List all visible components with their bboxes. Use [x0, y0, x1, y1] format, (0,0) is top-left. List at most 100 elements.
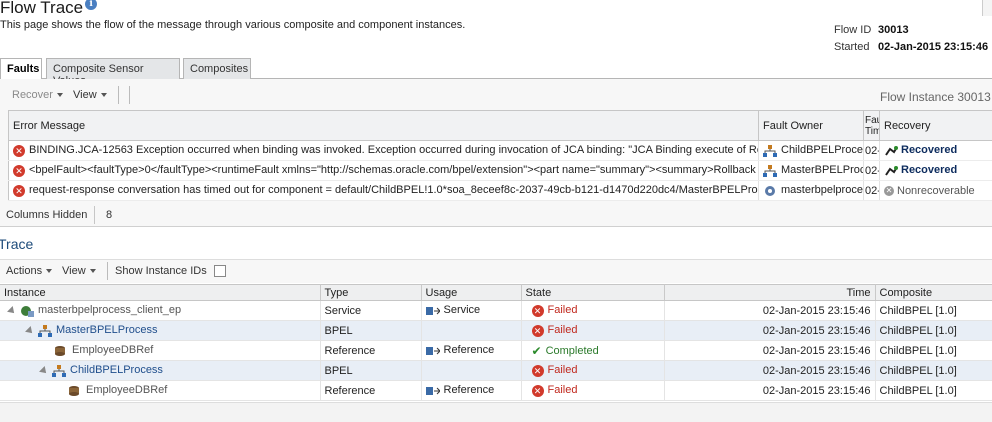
chevron-down-icon: [56, 93, 63, 98]
col-fault-owner[interactable]: Fault Owner: [758, 110, 864, 141]
bpel-process-icon: [52, 364, 66, 377]
view-menu[interactable]: View: [73, 89, 107, 101]
fault-time-cell: 02-: [863, 140, 880, 161]
state-cell: ✕ Failed: [521, 300, 665, 321]
type-cell: BPEL: [320, 320, 422, 341]
expand-triangle-icon[interactable]: [39, 365, 49, 376]
table-row[interactable]: ChildBPELProcess BPEL ✕ Failed 02-Jan-201…: [0, 360, 992, 381]
instance-cell[interactable]: MasterBPELProcess: [0, 320, 321, 341]
tab-composite-sensor-values[interactable]: Composite Sensor Values: [46, 58, 180, 87]
page-title: Flow Trace i: [0, 0, 98, 18]
service-component-icon: [765, 185, 775, 196]
state-cell: ✕ Failed: [521, 380, 665, 401]
usage-cell: Reference: [421, 340, 522, 361]
error-icon: ✕: [13, 184, 25, 197]
tab-faults[interactable]: Faults: [0, 58, 42, 80]
col-composite[interactable]: Composite: [875, 284, 992, 301]
table-row[interactable]: ✕ BINDING.JCA-12563 Exception occurred wh…: [8, 140, 992, 161]
instance-cell[interactable]: ChildBPELProcess: [0, 360, 321, 381]
instance-cell[interactable]: EmployeeDBRef: [0, 340, 321, 361]
col-fault-time[interactable]: Fault Time: [863, 110, 880, 141]
reference-icon: [425, 386, 440, 395]
fault-message-cell[interactable]: ✕ BINDING.JCA-12563 Exception occurred wh…: [8, 140, 759, 161]
fault-owner-cell[interactable]: masterbpelprocess: [758, 180, 864, 201]
table-footer: [0, 402, 992, 422]
composite-cell: ChildBPEL [1.0]: [875, 380, 992, 401]
time-cell: 02-Jan-2015 23:15:46: [664, 380, 876, 401]
started-field: Started: [834, 41, 869, 53]
nonrecoverable-icon: ✕: [884, 185, 894, 196]
actions-menu[interactable]: Actions: [6, 265, 53, 277]
col-usage[interactable]: Usage: [421, 284, 522, 301]
fault-owner-cell[interactable]: MasterBPELProcess: [758, 160, 864, 181]
show-instance-ids-checkbox[interactable]: [214, 265, 226, 277]
col-time[interactable]: Time: [664, 284, 876, 301]
trace-toolbar: Actions View Show Instance IDs: [0, 259, 992, 283]
recovery-cell[interactable]: Recovered: [879, 140, 992, 161]
expand-triangle-icon[interactable]: [7, 305, 17, 316]
usage-cell: Service: [421, 300, 522, 321]
started-label: Started: [834, 41, 870, 53]
table-row[interactable]: ✕ request-response conversation has timed…: [8, 180, 992, 201]
divider: [94, 206, 95, 224]
composite-cell: ChildBPEL [1.0]: [875, 360, 992, 381]
state-cell: ✕ Failed: [521, 360, 665, 381]
toolbar-divider: [118, 86, 119, 104]
composite-cell: ChildBPEL [1.0]: [875, 300, 992, 321]
table-row[interactable]: masterbpelprocess_client_ep Service Serv…: [0, 300, 992, 321]
recovered-icon: [885, 145, 898, 156]
db-adapter-icon: [55, 345, 65, 356]
fault-message-cell[interactable]: ✕ <bpelFault><faultType>0</faultType><run…: [8, 160, 759, 181]
recover-menu[interactable]: Recover: [12, 89, 63, 101]
col-type[interactable]: Type: [320, 284, 422, 301]
time-cell: 02-Jan-2015 23:15:46: [664, 300, 876, 321]
flow-id-value: 30013: [878, 24, 909, 36]
service-icon: [425, 306, 440, 315]
col-state[interactable]: State: [521, 284, 665, 301]
scrollbar-corner: [982, 0, 992, 16]
col-error-message[interactable]: Error Message: [8, 110, 759, 141]
fault-owner-cell[interactable]: ChildBPELProcess: [758, 140, 864, 161]
usage-cell: [421, 320, 522, 341]
col-instance[interactable]: Instance: [0, 284, 321, 301]
tab-composites[interactable]: Composites: [183, 58, 251, 79]
columns-hidden-count: 8: [106, 209, 113, 221]
show-instance-ids-label: Show Instance IDs: [115, 265, 207, 277]
reference-icon: [425, 346, 440, 355]
recovered-icon: [885, 165, 898, 176]
usage-cell: [421, 360, 522, 381]
instance-cell[interactable]: EmployeeDBRef: [0, 380, 321, 401]
type-cell: Service: [320, 300, 422, 321]
recovery-cell: ✕ Nonrecoverable: [879, 180, 992, 201]
fault-time-cell: 02-: [863, 160, 880, 181]
started-value: 02-Jan-2015 23:15:46: [878, 41, 989, 53]
bpel-process-icon: [38, 324, 52, 337]
check-icon: ✔: [531, 343, 542, 358]
toolbar-divider: [129, 86, 130, 104]
chevron-down-icon: [89, 269, 96, 274]
type-cell: Reference: [320, 380, 422, 401]
recovery-cell[interactable]: Recovered: [879, 160, 992, 181]
error-icon: ✕: [531, 324, 544, 337]
error-icon: ✕: [13, 144, 25, 157]
table-row[interactable]: EmployeeDBRef Reference Reference ✕ Faile…: [0, 380, 992, 401]
view-menu[interactable]: View: [62, 265, 96, 277]
type-cell: Reference: [320, 340, 422, 361]
col-recovery[interactable]: Recovery: [879, 110, 992, 141]
flow-id-field: Flow ID: [834, 24, 871, 36]
instance-cell[interactable]: masterbpelprocess_client_ep: [0, 300, 321, 321]
error-icon: ✕: [13, 164, 25, 177]
table-row[interactable]: ✕ <bpelFault><faultType>0</faultType><run…: [8, 160, 992, 181]
composite-cell: ChildBPEL [1.0]: [875, 320, 992, 341]
table-row[interactable]: MasterBPELProcess BPEL ✕ Failed 02-Jan-20…: [0, 320, 992, 341]
table-header-row: Instance Type Usage State Time Composite: [0, 284, 992, 301]
expand-triangle-icon[interactable]: [25, 325, 35, 336]
table-row[interactable]: EmployeeDBRef Reference Reference ✔ Compl…: [0, 340, 992, 361]
info-icon[interactable]: i: [85, 0, 98, 11]
service-endpoint-icon: [21, 305, 34, 317]
trace-section-title: Trace: [0, 236, 34, 252]
fault-message-cell[interactable]: ✕ request-response conversation has timed…: [8, 180, 759, 201]
flow-id-label: Flow ID: [834, 24, 872, 36]
faults-toolbar: Recover View Flow Instance 30013: [0, 84, 992, 106]
time-cell: 02-Jan-2015 23:15:46: [664, 340, 876, 361]
